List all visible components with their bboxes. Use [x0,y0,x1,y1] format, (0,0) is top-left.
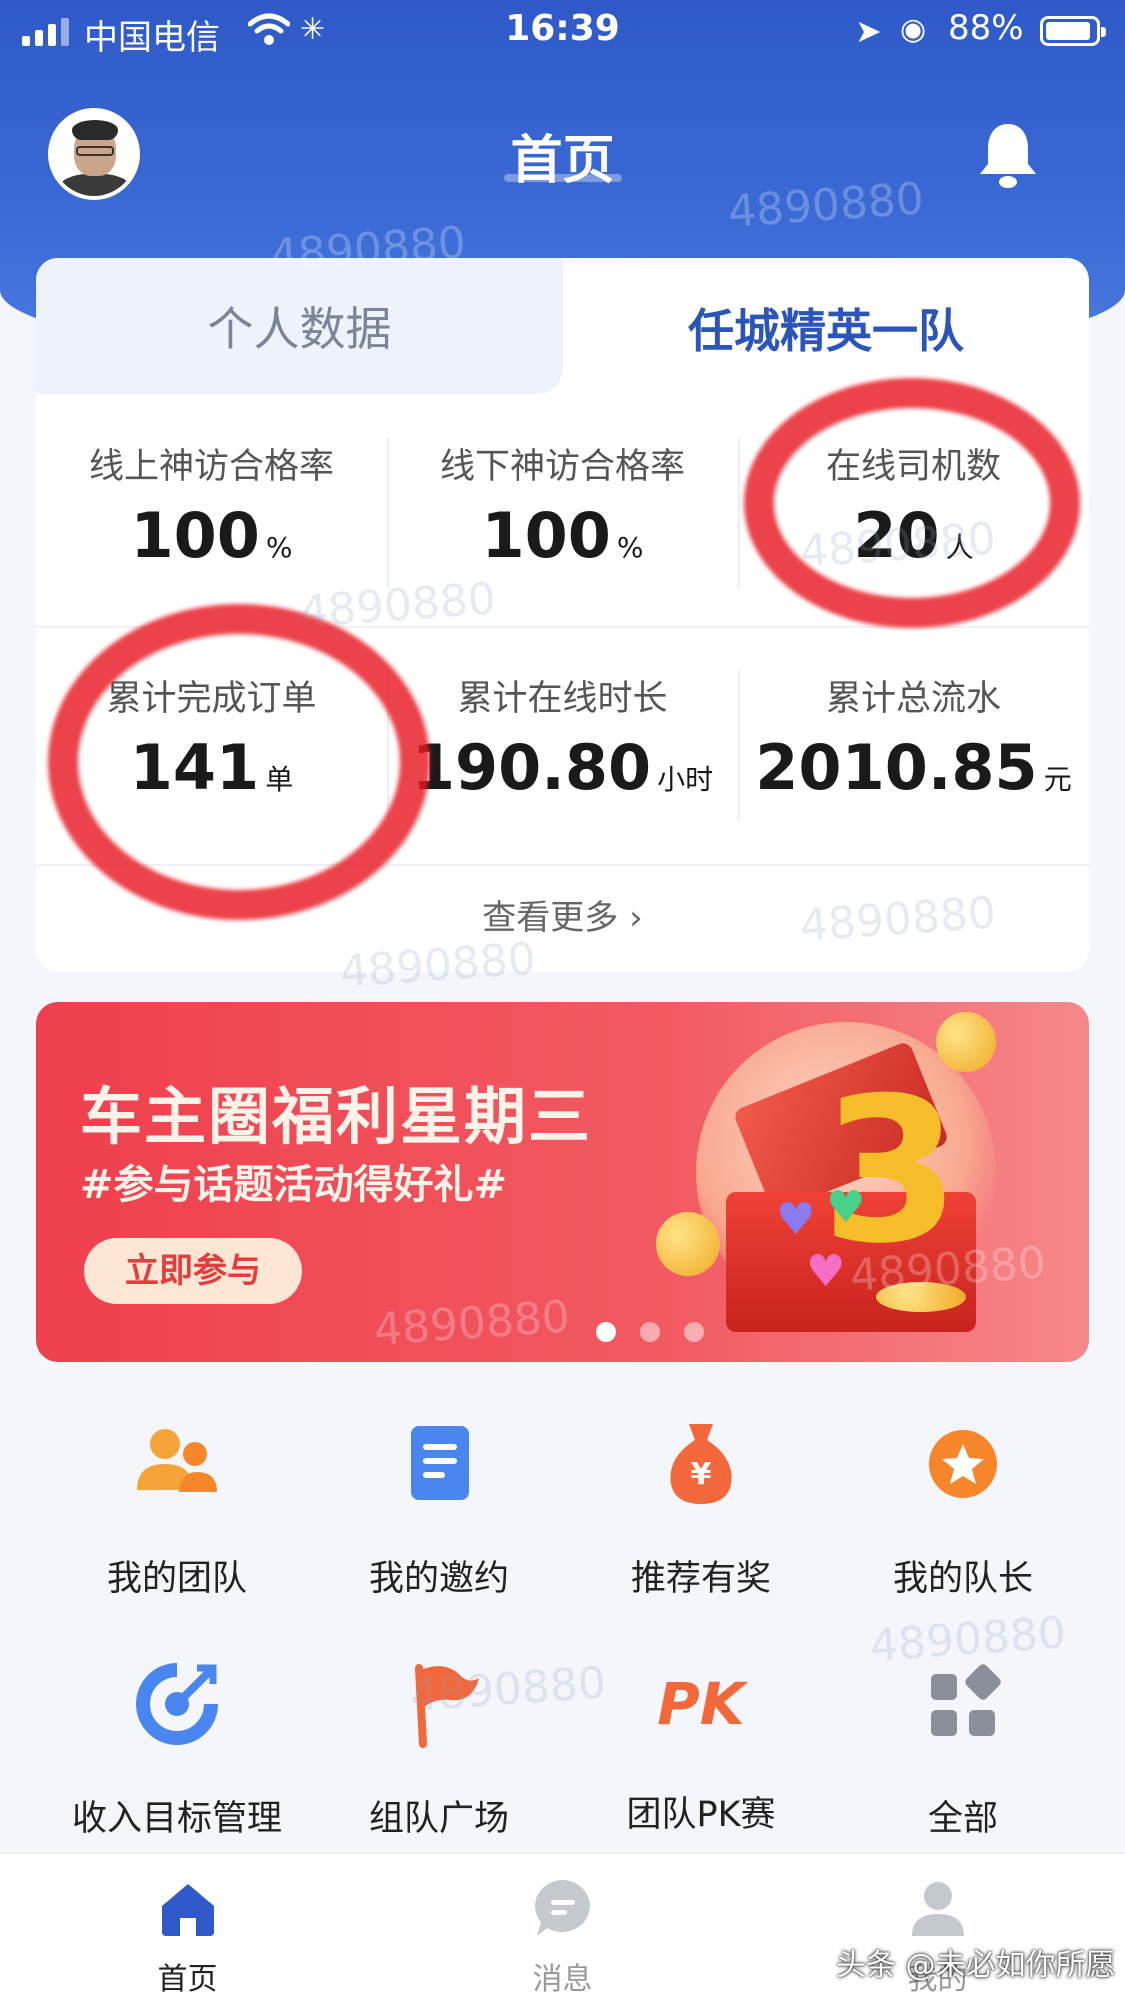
stat-online-visit-rate: 线上神访合格率 100% [36,438,387,572]
nav-home[interactable]: 首页 [0,1854,375,2001]
pk-icon: PK [657,1670,745,1738]
heart-icon: ♥ [806,1246,846,1297]
battery-icon [1040,16,1106,46]
stat-label: 累计总流水 [825,679,1001,719]
stat-unit: 小时 [657,763,714,796]
grid-item-referral-reward[interactable]: ¥ 推荐有奖 [569,1414,833,1601]
stat-label: 累计在线时长 [457,679,668,719]
home-icon [161,1884,214,1936]
battery-percent: 88% [948,8,1024,48]
tab-team[interactable]: 任城精英一队 [563,258,1089,398]
rotation-lock-icon: ◉ [900,12,927,47]
grid-item-income-target[interactable]: 收入目标管理 [45,1654,309,1841]
stat-unit: 元 [1043,763,1072,796]
carousel-dot[interactable] [684,1322,704,1342]
promo-banner[interactable]: 3 ♥ ♥ ♥ 车主圈福利星期三 #参与话题活动得好礼# 立即参与 [36,1002,1089,1362]
team-icon [137,1429,217,1492]
tab-personal-data[interactable]: 个人数据 [36,258,563,394]
banner-subtitle: #参与话题活动得好礼# [80,1162,508,1208]
stat-online-hours: 累计在线时长 190.80 小时 [387,670,738,804]
carousel-dot[interactable] [640,1322,660,1342]
grid-label: 组队广场 [368,1799,509,1839]
coin-icon [876,1282,966,1312]
banner-title: 车主圈福利星期三 [80,1080,593,1153]
join-now-button[interactable]: 立即参与 [84,1238,302,1304]
nav-messages[interactable]: 消息 [375,1854,750,2001]
target-icon [136,1663,218,1745]
carousel-dots [596,1322,704,1342]
stat-unit: % [265,531,293,564]
grid-label: 我的邀约 [368,1559,509,1599]
carousel-dot[interactable] [596,1322,616,1342]
annotation-ring [744,378,1080,628]
invitation-doc-icon [411,1426,469,1500]
stats-tabs: 个人数据 任城精英一队 [36,258,1089,398]
stat-total-revenue: 累计总流水 2010.85 元 [738,670,1089,804]
stat-label: 线上神访合格率 [88,447,334,487]
money-bag-icon: ¥ [670,1424,732,1504]
heart-icon: ♥ [776,1194,816,1245]
star-badge-icon [929,1430,997,1498]
stat-value: 190.80 [411,731,652,804]
profile-icon [911,1882,964,1936]
grid-item-my-captain[interactable]: 我的队长 [831,1414,1095,1601]
bell-icon[interactable] [976,120,1040,192]
coin-icon [936,1012,996,1072]
status-bar: 中国电信 ✳ 16:39 ➤ ◉ 88% [0,0,1125,62]
source-credit: 头条 @未必如你所愿 [836,1948,1116,1983]
grid-item-my-invitation[interactable]: 我的邀约 [307,1414,571,1601]
title-underline [504,174,622,182]
grid-label: 收入目标管理 [71,1799,282,1839]
grid-label: 我的队长 [892,1559,1033,1599]
all-apps-icon [931,1664,1001,1736]
grid-label: 团队PK赛 [626,1795,776,1835]
nav-label: 首页 [157,1962,218,1997]
grid-item-all[interactable]: 全部 [831,1654,1095,1841]
grid-item-my-team[interactable]: 我的团队 [45,1414,309,1601]
divider [738,670,740,820]
message-icon [534,1880,590,1936]
nav-label: 消息 [532,1962,593,1997]
annotation-ring [48,604,430,920]
stat-unit: % [616,531,644,564]
flag-icon [415,1664,479,1748]
location-arrow-icon: ➤ [855,12,882,50]
grid-item-team-plaza[interactable]: 组队广场 [307,1654,571,1841]
stat-value: 100 [130,499,260,572]
grid-label: 我的团队 [106,1559,247,1599]
stat-label: 线下神访合格率 [439,447,685,487]
divider [387,438,389,588]
heart-icon: ♥ [826,1182,866,1233]
svg-text:¥: ¥ [691,1457,712,1492]
banner-number: 3 [821,1055,961,1288]
stat-value: 100 [481,499,611,572]
stat-offline-visit-rate: 线下神访合格率 100% [387,438,738,572]
divider [738,438,740,588]
grid-item-team-pk[interactable]: PK 团队PK赛 [569,1654,833,1837]
coin-icon [656,1212,720,1276]
stat-value: 2010.85 [755,731,1038,804]
grid-label: 全部 [927,1799,998,1839]
grid-label: 推荐有奖 [630,1559,771,1599]
